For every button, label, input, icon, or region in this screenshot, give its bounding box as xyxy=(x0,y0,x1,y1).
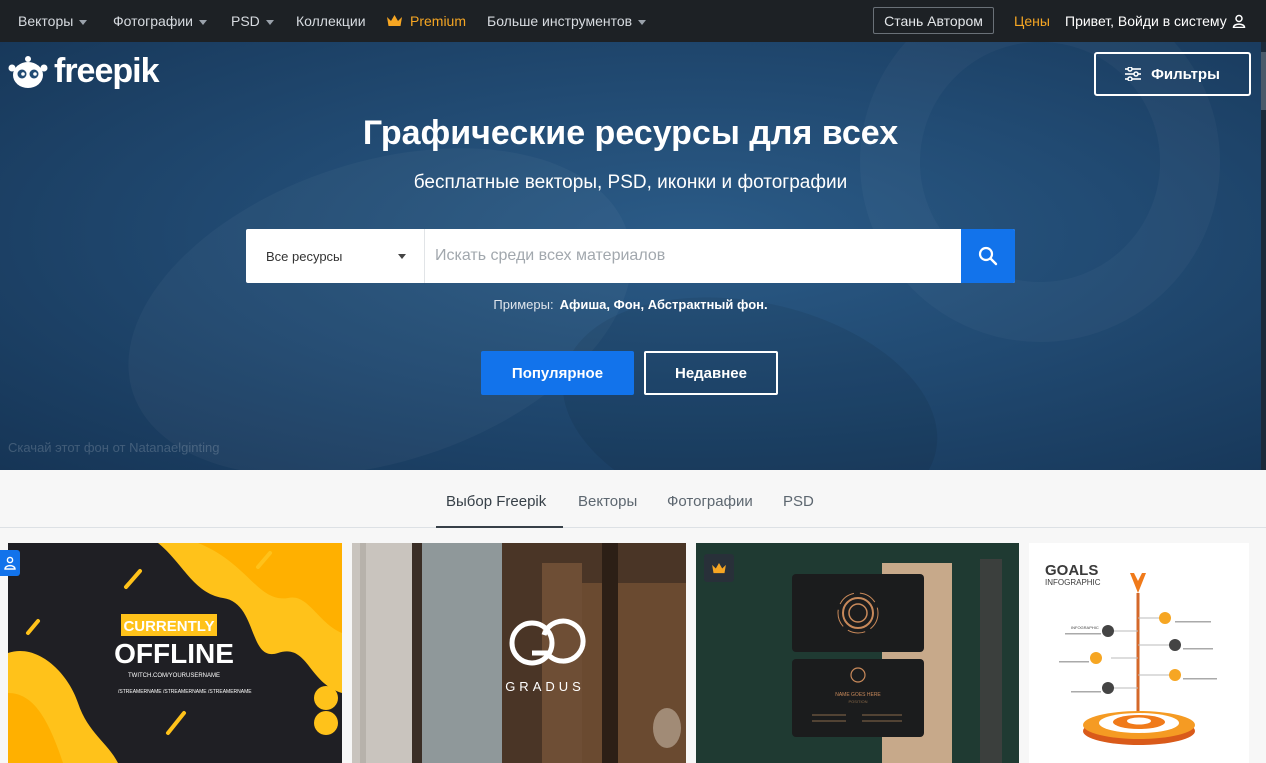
background-credit-link[interactable]: Скачай этот фон от Natanaelginting xyxy=(8,440,219,455)
premium-badge xyxy=(704,554,734,582)
nav-premium[interactable]: Premium xyxy=(387,0,466,42)
search-button[interactable] xyxy=(961,229,1015,283)
business-card-name: NAME GOES HERE xyxy=(835,692,881,698)
hero-title: Графические ресурсы для всех xyxy=(362,114,899,152)
freepik-logo-icon xyxy=(8,55,48,88)
offline-url: TWITCH.COM/YOURUSERNAME xyxy=(128,673,220,679)
user-badge[interactable] xyxy=(0,550,20,576)
user-icon xyxy=(1232,14,1245,28)
search-bar: Все ресурсы xyxy=(246,229,1015,283)
resource-card-gradus[interactable]: GRADUS xyxy=(352,543,686,763)
resource-type-select[interactable]: Все ресурсы xyxy=(246,229,425,283)
infographic-subtitle: INFOGRAPHIC xyxy=(1045,578,1101,587)
resource-card-goals-infographic[interactable]: GOALS INFOGRAPHIC INFOGRAPHIC xyxy=(1029,543,1249,763)
nav-vectors[interactable]: Векторы xyxy=(18,0,88,42)
gradus-brand: GRADUS xyxy=(505,679,585,694)
nav-more-tools[interactable]: Больше инструментов xyxy=(487,0,647,42)
top-navigation: Векторы Фотографии PSD Коллекции Premium… xyxy=(0,0,1266,42)
filters-button[interactable]: Фильтры xyxy=(1094,52,1251,96)
active-tab-indicator xyxy=(436,526,563,528)
nav-psd[interactable]: PSD xyxy=(231,0,274,42)
hero-banner: freepik Фильтры Графические ресурсы для … xyxy=(0,42,1261,470)
offline-social-3: /STREAMERNAME xyxy=(208,689,252,695)
sliders-icon xyxy=(1125,67,1142,81)
tab-photos[interactable]: Фотографии xyxy=(667,493,753,510)
goals-infographic-image: GOALS INFOGRAPHIC INFOGRAPHIC xyxy=(1029,543,1249,763)
freepik-logo[interactable]: freepik xyxy=(8,52,159,91)
infographic-label: INFOGRAPHIC xyxy=(1071,625,1099,630)
chevron-down-icon xyxy=(199,19,208,25)
content-tabs: Выбор Freepik Векторы Фотографии PSD xyxy=(0,470,1266,528)
nav-photos[interactable]: Фотографии xyxy=(113,0,208,42)
chevron-down-icon xyxy=(638,19,647,25)
chevron-down-icon xyxy=(265,19,274,25)
nav-prices[interactable]: Цены xyxy=(1014,0,1050,42)
search-examples: Примеры: Афиша, Фон, Абстрактный фон. xyxy=(493,297,768,312)
become-author-button[interactable]: Стань Автором xyxy=(873,7,994,34)
offline-social-1: /STREAMERNAME xyxy=(118,689,162,695)
scrollbar[interactable] xyxy=(1261,42,1266,470)
caret-down-icon xyxy=(398,253,406,259)
tab-freepik-choice[interactable]: Выбор Freepik xyxy=(446,493,546,510)
nav-collections[interactable]: Коллекции xyxy=(296,0,366,42)
example-links[interactable]: Афиша, Фон, Абстрактный фон. xyxy=(560,297,768,312)
infographic-title: GOALS xyxy=(1045,562,1098,579)
business-card-role: POSITION xyxy=(848,699,867,704)
chevron-down-icon xyxy=(79,19,88,25)
business-card-mockup-image: NAME GOES HERE POSITION xyxy=(696,543,1019,763)
user-icon xyxy=(4,556,16,570)
crown-icon xyxy=(387,15,402,26)
login-link[interactable]: Привет, Войди в систему xyxy=(1065,0,1246,42)
offline-line2: OFFLINE xyxy=(114,638,234,669)
tab-vectors[interactable]: Векторы xyxy=(578,493,637,510)
recent-button[interactable]: Недавнее xyxy=(644,351,778,395)
popular-button[interactable]: Популярное xyxy=(481,351,634,395)
search-input[interactable] xyxy=(425,229,961,283)
crown-icon xyxy=(712,562,726,573)
offline-banner-image: CURRENTLY OFFLINE TWITCH.COM/YOURUSERNAM… xyxy=(8,543,342,763)
tab-psd[interactable]: PSD xyxy=(783,493,814,510)
hero-subtitle: бесплатные векторы, PSD, иконки и фотогр… xyxy=(413,172,848,193)
search-icon xyxy=(978,246,998,266)
resource-card-business-card[interactable]: NAME GOES HERE POSITION xyxy=(696,543,1019,763)
gradus-mockup-image: GRADUS xyxy=(352,543,686,763)
resource-card-offline[interactable]: CURRENTLY OFFLINE TWITCH.COM/YOURUSERNAM… xyxy=(8,543,342,763)
offline-social-2: /STREAMERNAME xyxy=(163,689,207,695)
offline-line1: CURRENTLY xyxy=(123,618,214,635)
